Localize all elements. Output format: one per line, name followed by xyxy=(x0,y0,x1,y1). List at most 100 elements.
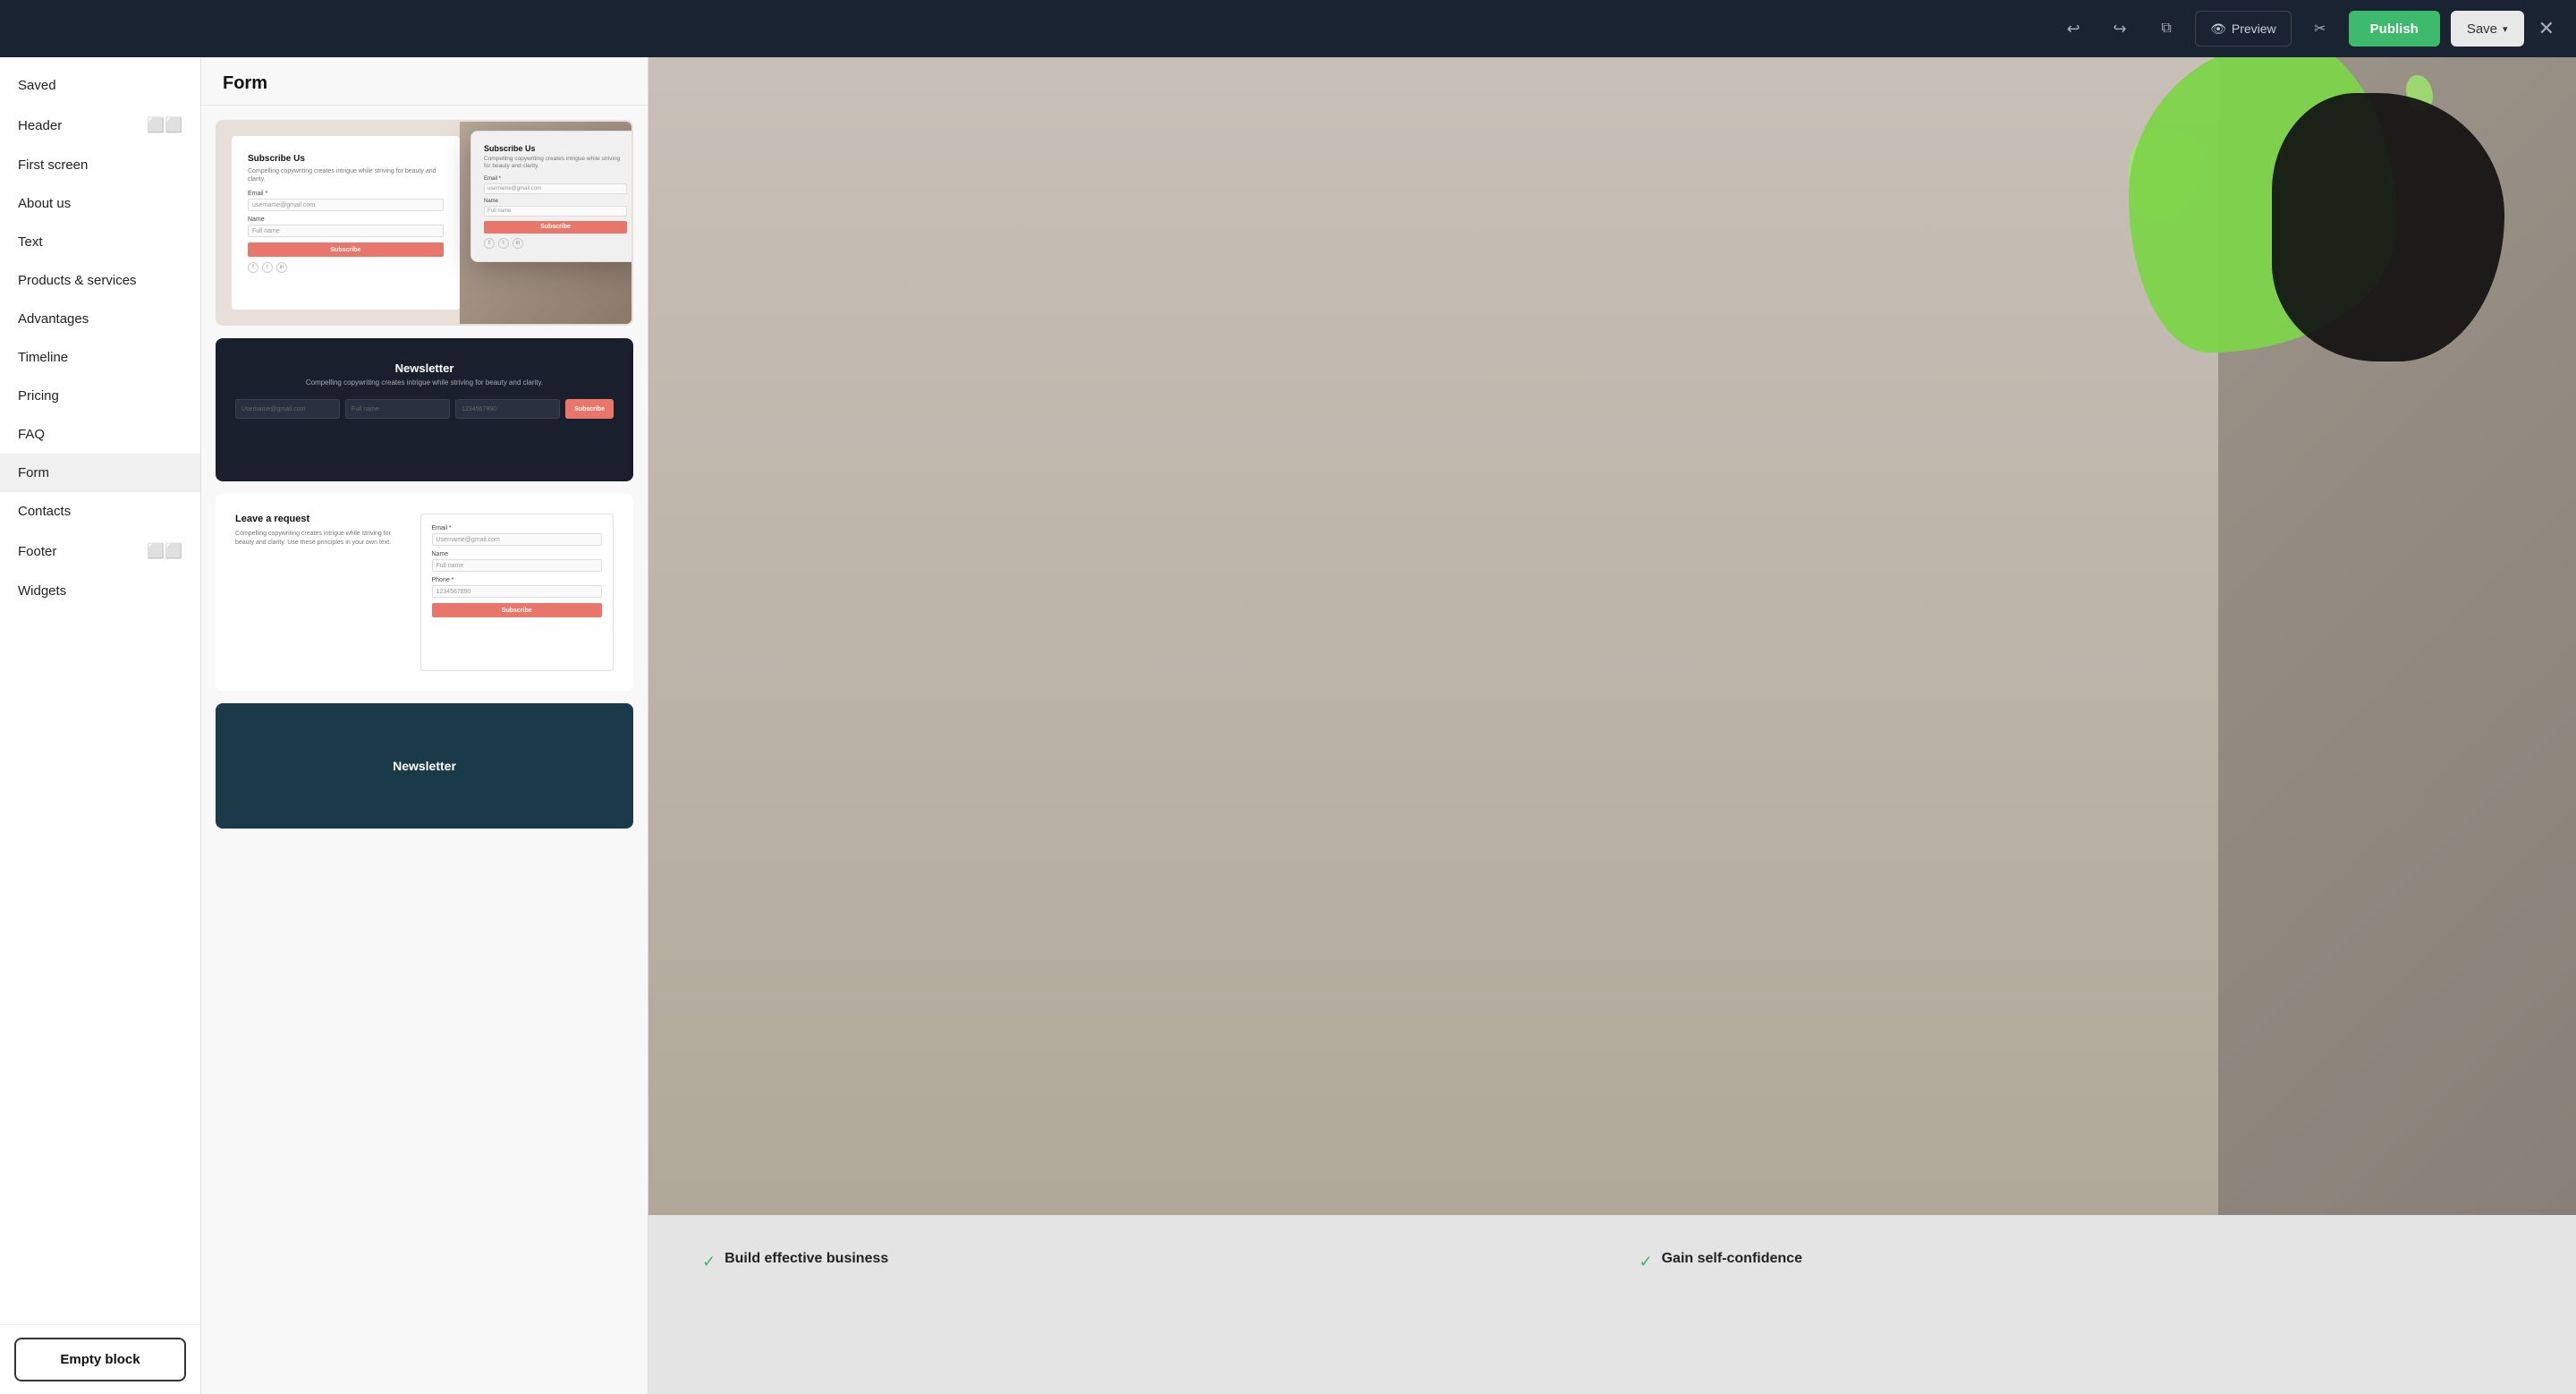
copy-icon: ⧉ xyxy=(2161,21,2171,37)
sidebar-item-advantages[interactable]: Advantages xyxy=(0,300,200,338)
check-item-2: ✓ Gain self-confidence xyxy=(1640,1251,2523,1271)
social-icon-3: in xyxy=(276,262,287,273)
sidebar-item-form[interactable]: Form xyxy=(0,454,200,492)
redo-button[interactable]: ↪ xyxy=(2102,11,2138,47)
sidebar-item-faq[interactable]: FAQ xyxy=(0,415,200,454)
nl-name-input: Full name xyxy=(345,399,450,419)
publish-label: Publish xyxy=(2370,21,2419,37)
popup-title: Subscribe Us xyxy=(484,144,627,153)
canvas: ✓ Build effective business ✓ Gain self-c… xyxy=(648,57,2576,1394)
canvas-col-1: ✓ Build effective business xyxy=(702,1251,1586,1358)
check-text-2: Gain self-confidence xyxy=(1662,1251,1802,1267)
sidebar-item-timeline[interactable]: Timeline xyxy=(0,338,200,377)
popup-social-icons: f t in xyxy=(484,238,627,249)
leave-request-left: Leave a request Compelling copywriting c… xyxy=(235,514,406,671)
panel-title: Form xyxy=(201,57,648,106)
sidebar-item-contacts[interactable]: Contacts xyxy=(0,492,200,531)
popup-email-input: username@gmail.com xyxy=(484,183,627,194)
canvas-background: ✓ Build effective business ✓ Gain self-c… xyxy=(648,57,2576,1394)
popup-overlay[interactable]: Subscribe Us Compelling copywriting crea… xyxy=(470,131,633,262)
sidebar-item-products-services[interactable]: Products & services xyxy=(0,261,200,300)
social-icon-1: f xyxy=(248,262,258,273)
dropdown-icon: ▾ xyxy=(2503,23,2508,35)
close-icon: ✕ xyxy=(2538,17,2555,39)
sidebar: Saved Header ⬜⬜ First screen About us Te… xyxy=(0,57,201,1394)
newsletter-teal-title: Newsletter xyxy=(393,759,456,773)
main-area: Saved Header ⬜⬜ First screen About us Te… xyxy=(0,57,2576,1394)
social-icon-2: t xyxy=(262,262,273,273)
preview-button[interactable]: 👁 Preview xyxy=(2195,11,2292,47)
lr-name-input: Full name xyxy=(432,559,603,572)
social-icons: f t in xyxy=(248,262,444,273)
sidebar-item-text[interactable]: Text xyxy=(0,223,200,261)
sidebar-item-first-screen[interactable]: First screen xyxy=(0,146,200,184)
form-card-newsletter-dark[interactable]: Newsletter Compelling copywriting create… xyxy=(216,338,633,481)
form-card-leave-request[interactable]: Leave a request Compelling copywriting c… xyxy=(216,494,633,691)
check-icon-1: ✓ xyxy=(702,1253,716,1271)
check-text-1: Build effective business xyxy=(724,1251,888,1267)
sidebar-nav: Saved Header ⬜⬜ First screen About us Te… xyxy=(0,57,200,1324)
canvas-col-2: ✓ Gain self-confidence xyxy=(1640,1251,2523,1358)
check-item-1: ✓ Build effective business xyxy=(702,1251,1586,1271)
popup-name-label: Name xyxy=(484,199,627,204)
bg-wall xyxy=(648,57,2218,1215)
nl-email-input: Username@gmail.com xyxy=(235,399,340,419)
popup-social-2: t xyxy=(498,238,509,249)
sidebar-item-widgets[interactable]: Widgets xyxy=(0,572,200,610)
lr-email-label: Email * xyxy=(432,525,603,531)
panel: Form Subscribe Us Compelling copywriting… xyxy=(201,57,648,1394)
nl-phone-input: 1234567890 xyxy=(455,399,560,419)
leave-request-subtitle: Compelling copywriting creates intrigue … xyxy=(235,530,406,548)
preview-label: Preview xyxy=(2232,21,2276,36)
screen-icon-footer: ⬜⬜ xyxy=(147,542,182,560)
toolbar: ↩ ↪ ⧉ 👁 Preview ✂ Publish Save ▾ ✕ xyxy=(0,0,2576,57)
form-box-subscribe: Subscribe Us Compelling copywriting crea… xyxy=(232,136,460,310)
sidebar-item-about-us[interactable]: About us xyxy=(0,184,200,223)
popup-subtitle: Compelling copywriting creates intrigue … xyxy=(484,156,627,171)
leave-request-title: Leave a request xyxy=(235,514,406,524)
lr-phone-label: Phone * xyxy=(432,577,603,583)
popup-social-1: f xyxy=(484,238,495,249)
canvas-content: ✓ Build effective business ✓ Gain self-c… xyxy=(648,57,2576,1394)
scissors-icon: ✂ xyxy=(2314,20,2326,38)
redo-icon: ↪ xyxy=(2114,20,2127,38)
sidebar-bottom: Empty block xyxy=(0,1324,200,1394)
sidebar-item-saved[interactable]: Saved xyxy=(0,66,200,105)
lr-email-input: Username@gmail.com xyxy=(432,533,603,546)
popup-subscribe-btn: Subscribe xyxy=(484,221,627,234)
newsletter-dark-inputs: Username@gmail.com Full name 1234567890 … xyxy=(235,399,614,419)
undo-icon: ↩ xyxy=(2067,20,2080,38)
sidebar-item-pricing[interactable]: Pricing xyxy=(0,377,200,415)
popup-name-input: Full name xyxy=(484,206,627,217)
close-button[interactable]: ✕ xyxy=(2538,17,2555,40)
save-button[interactable]: Save ▾ xyxy=(2451,11,2524,47)
popup-social-3: in xyxy=(513,238,523,249)
copy-button[interactable]: ⧉ xyxy=(2148,11,2184,47)
black-shape xyxy=(2272,93,2504,361)
undo-button[interactable]: ↩ xyxy=(2055,11,2091,47)
leave-request-right: Email * Username@gmail.com Name Full nam… xyxy=(420,514,614,671)
popup-email-label: Email * xyxy=(484,176,627,182)
form-card-newsletter-teal[interactable]: Newsletter xyxy=(216,703,633,829)
newsletter-dark-title: Newsletter xyxy=(235,361,614,375)
form-card-subscribe-photo[interactable]: Subscribe Us Compelling copywriting crea… xyxy=(216,120,633,326)
save-label: Save xyxy=(2467,21,2497,37)
empty-block-button[interactable]: Empty block xyxy=(14,1338,186,1381)
newsletter-dark-subtitle: Compelling copywriting creates intrigue … xyxy=(235,378,614,387)
lr-subscribe-btn: Subscribe xyxy=(432,603,603,617)
lr-name-label: Name xyxy=(432,551,603,557)
canvas-hero xyxy=(648,57,2576,1215)
check-icon-2: ✓ xyxy=(1640,1253,1653,1271)
panel-cards: Subscribe Us Compelling copywriting crea… xyxy=(201,106,648,1394)
settings-button[interactable]: ✂ xyxy=(2302,11,2338,47)
email-input-preview: username@gmail.com xyxy=(248,199,444,211)
sidebar-item-header[interactable]: Header ⬜⬜ xyxy=(0,105,200,146)
publish-button[interactable]: Publish xyxy=(2349,11,2440,47)
lr-phone-input: 1234567890 xyxy=(432,585,603,598)
sidebar-item-footer[interactable]: Footer ⬜⬜ xyxy=(0,531,200,572)
subscribe-btn-preview: Subscribe xyxy=(248,242,444,257)
eye-icon: 👁 xyxy=(2210,21,2226,37)
screen-icon-header: ⬜⬜ xyxy=(147,116,182,134)
name-input-preview: Full name xyxy=(248,225,444,237)
nl-subscribe-btn: Subscribe xyxy=(565,399,614,419)
